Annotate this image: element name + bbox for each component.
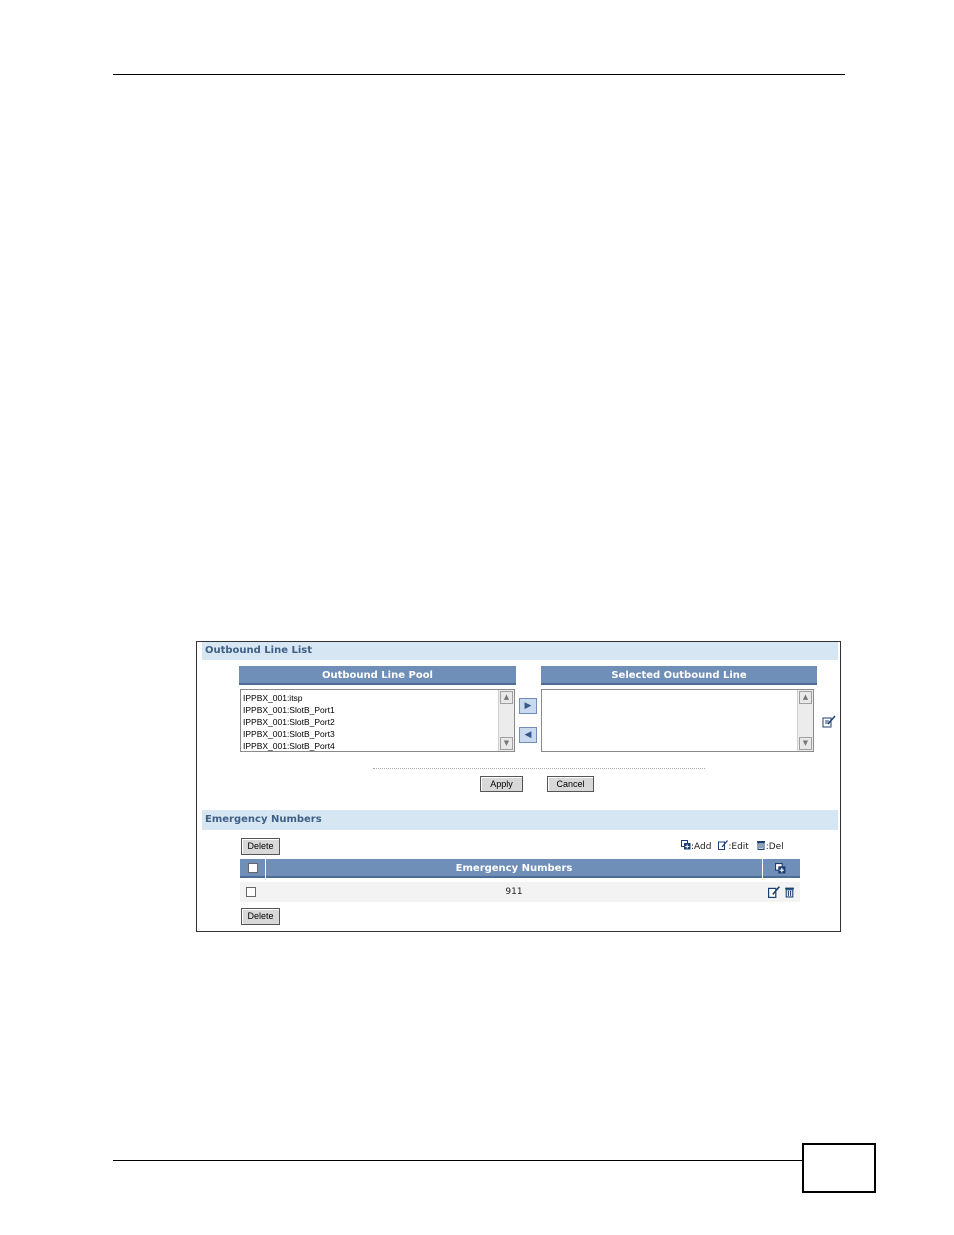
emergency-numbers-header: Emergency Numbers [266,859,762,878]
row-checkbox[interactable] [246,887,256,897]
outbound-section-title: Outbound Line List [202,642,838,660]
cancel-button[interactable]: Cancel [547,776,594,792]
outbound-line-pool-list[interactable]: IPPBX_001:itsp IPPBX_001:SlotB_Port1 IPP… [240,689,515,752]
scroll-down-icon[interactable]: ▼ [799,737,812,750]
scroll-up-icon[interactable]: ▲ [799,691,812,704]
selected-scrollbar[interactable]: ▲ ▼ [797,690,813,751]
delete-button[interactable]: Delete [241,908,280,925]
select-all-checkbox[interactable] [248,863,258,873]
legend-edit-label: :Edit [728,842,749,852]
edit-icon[interactable] [822,715,836,728]
legend-del-label: :Del [765,842,784,852]
add-icon[interactable] [775,863,786,874]
edit-icon[interactable] [768,886,780,898]
list-item[interactable]: IPPBX_001:SlotB_Port1 [243,704,498,716]
scroll-down-icon[interactable]: ▼ [500,737,513,750]
delete-button[interactable]: Delete [241,838,280,855]
delete-icon [756,841,765,850]
delete-icon[interactable] [784,886,795,898]
selected-outbound-line-header: Selected Outbound Line [541,666,817,685]
legend-add-label: :Add [691,842,712,852]
list-item[interactable]: IPPBX_001:SlotB_Port4 [243,740,498,751]
apply-button[interactable]: Apply [480,776,523,792]
page-number-box [802,1143,876,1193]
add-icon [681,840,691,850]
footer-rule [113,1160,803,1161]
add-column-header [763,859,800,878]
list-item[interactable]: IPPBX_001:SlotB_Port2 [243,716,498,728]
emergency-number-cell: 911 [505,887,523,897]
select-all-header [240,859,265,878]
selected-outbound-line-list[interactable]: ▲ ▼ [541,689,814,752]
pool-scrollbar[interactable]: ▲ ▼ [498,690,514,751]
list-item[interactable]: IPPBX_001:SlotB_Port3 [243,728,498,740]
header-rule [113,74,845,75]
emergency-section-title: Emergency Numbers [202,810,838,830]
divider [373,768,705,769]
voip-config-screenshot: Outbound Line List Outbound Line Pool Se… [196,641,841,932]
list-item[interactable]: IPPBX_001:itsp [243,692,498,704]
outbound-line-pool-header: Outbound Line Pool [239,666,516,685]
move-left-icon[interactable]: ◀ [519,727,537,743]
edit-icon [718,840,729,850]
move-right-icon[interactable]: ▶ [519,698,537,714]
icon-legend: :Add :Edit :Del [681,840,784,852]
scroll-up-icon[interactable]: ▲ [500,691,513,704]
